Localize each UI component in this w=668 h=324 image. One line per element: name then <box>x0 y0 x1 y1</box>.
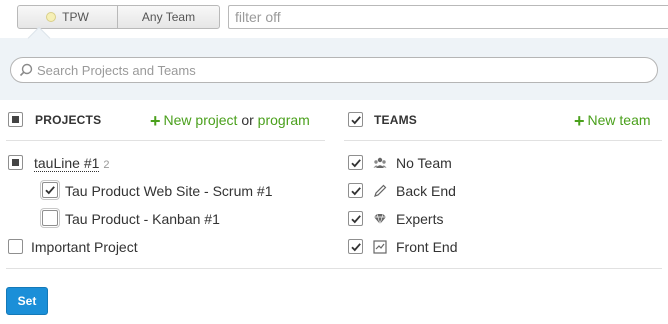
new-program-link[interactable]: program <box>258 112 310 128</box>
context-panel: PROJECTS +New project or program tauLine… <box>0 26 668 324</box>
plus-icon: + <box>150 111 161 131</box>
check-icon <box>350 158 361 167</box>
pencil-icon <box>374 184 387 197</box>
project-checkbox-scrum[interactable] <box>42 182 58 198</box>
team-checkbox-no-team[interactable] <box>348 155 363 170</box>
teams-divider <box>344 140 662 141</box>
plus-icon: + <box>574 111 585 131</box>
search-input[interactable] <box>37 62 637 78</box>
search-area <box>0 38 668 100</box>
scope-toggle[interactable]: TPW Any Team <box>17 5 220 29</box>
team-checkbox-experts[interactable] <box>348 211 363 226</box>
status-dot-icon <box>46 12 57 22</box>
scope-tpw-button[interactable]: TPW <box>18 6 118 28</box>
project-label-important: Important Project <box>31 239 138 255</box>
projects-divider <box>6 140 325 141</box>
project-checkbox-kanban[interactable] <box>42 210 58 226</box>
check-icon <box>350 115 361 124</box>
scope-tpw-label: TPW <box>62 10 89 24</box>
team-checkbox-front-end[interactable] <box>348 239 363 254</box>
team-label-back-end: Back End <box>396 183 456 199</box>
check-icon <box>350 186 361 195</box>
new-team-action: + New team <box>574 111 651 132</box>
projects-select-all-checkbox[interactable] <box>8 112 23 127</box>
new-team-link[interactable]: New team <box>588 112 651 128</box>
scope-any-team-label: Any Team <box>141 10 196 24</box>
chart-frame-icon <box>373 240 387 254</box>
team-label-front-end: Front End <box>396 239 458 255</box>
new-project-actions: + New project or program <box>150 111 310 132</box>
new-project-link[interactable]: New project <box>164 112 238 128</box>
team-group-icon <box>373 157 387 168</box>
scope-any-team-button[interactable]: Any Team <box>118 6 219 28</box>
team-checkbox-back-end[interactable] <box>348 183 363 198</box>
search-box[interactable] <box>10 57 658 83</box>
project-checkbox-important[interactable] <box>8 239 23 254</box>
footer-divider <box>6 268 662 269</box>
program-taulINE-checkbox[interactable] <box>8 155 23 170</box>
check-icon <box>350 242 361 251</box>
teams-heading: TEAMS <box>374 113 417 127</box>
program-row: tauLine #1 2 <box>34 155 110 172</box>
project-label-kanban: Tau Product - Kanban #1 <box>65 211 220 227</box>
teams-select-all-checkbox[interactable] <box>348 112 363 127</box>
set-button[interactable]: Set <box>6 287 48 315</box>
check-icon <box>45 186 55 195</box>
search-icon <box>19 63 33 77</box>
team-label-experts: Experts <box>396 211 444 227</box>
check-icon <box>350 214 361 223</box>
top-bar: TPW Any Team <box>0 0 668 38</box>
project-label-scrum: Tau Product Web Site - Scrum #1 <box>65 183 273 199</box>
team-label-no-team: No Team <box>396 155 452 171</box>
or-text: or <box>241 112 254 128</box>
program-count: 2 <box>103 159 110 171</box>
program-link[interactable]: tauLine #1 <box>34 155 100 172</box>
diamond-icon <box>374 213 386 226</box>
projects-heading: PROJECTS <box>35 113 102 127</box>
filter-input[interactable] <box>228 5 668 29</box>
